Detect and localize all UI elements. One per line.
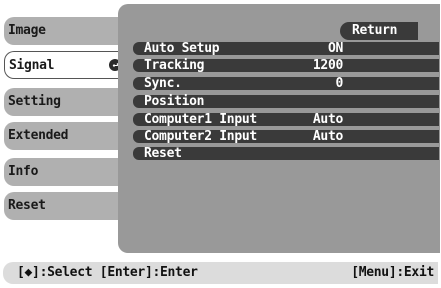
menu-row-position[interactable]: Position — [133, 95, 439, 108]
menu-row-label: Auto Setup — [144, 41, 220, 56]
sidebar-item-label: Signal — [9, 58, 55, 73]
sidebar-item-label: Setting — [8, 94, 61, 109]
sidebar-item-label: Reset — [8, 198, 46, 213]
menu-row-value: 1200 — [312, 58, 343, 73]
sidebar-item-signal[interactable]: Signal ↵ — [4, 51, 124, 79]
menu-row-auto-setup[interactable]: Auto Setup ON — [133, 42, 439, 55]
menu-row-label: Reset — [144, 146, 182, 161]
menu-row-computer2-input[interactable]: Computer2 Input Auto — [133, 130, 439, 143]
menu-row-value: 0 — [335, 76, 343, 91]
menu-row-label: Position — [144, 94, 205, 109]
sidebar-item-label: Extended — [8, 128, 69, 143]
menu-row-label: Computer2 Input — [144, 129, 257, 144]
menu-row-value: Auto — [312, 112, 343, 127]
menu-row-value: Auto — [312, 129, 343, 144]
menu-row-label: Computer1 Input — [144, 112, 257, 127]
menu-row-computer1-input[interactable]: Computer1 Input Auto — [133, 113, 439, 126]
sidebar-item-label: Image — [8, 23, 46, 38]
sidebar-item-image[interactable]: Image — [4, 17, 124, 45]
return-button[interactable]: Return — [340, 22, 418, 40]
sidebar-item-reset[interactable]: Reset — [4, 192, 124, 220]
menu-row-value: ON — [327, 41, 343, 56]
menu-row-label: Sync. — [144, 76, 182, 91]
sidebar-item-extended[interactable]: Extended — [4, 122, 124, 150]
footer-hint-select-enter: [◆]:Select [Enter]:Enter — [17, 265, 198, 280]
menu-row-sync[interactable]: Sync. 0 — [133, 77, 439, 90]
footer-hint-exit: [Menu]:Exit — [351, 265, 434, 280]
sidebar-item-info[interactable]: Info — [4, 158, 124, 186]
menu-row-reset[interactable]: Reset — [133, 147, 439, 160]
menu-row-tracking[interactable]: Tracking 1200 — [133, 59, 439, 72]
sidebar-item-label: Info — [8, 164, 39, 179]
sidebar-item-setting[interactable]: Setting — [4, 88, 124, 116]
menu-row-label: Tracking — [144, 58, 205, 73]
footer-hint-bar: [◆]:Select [Enter]:Enter [Menu]:Exit — [3, 262, 438, 284]
